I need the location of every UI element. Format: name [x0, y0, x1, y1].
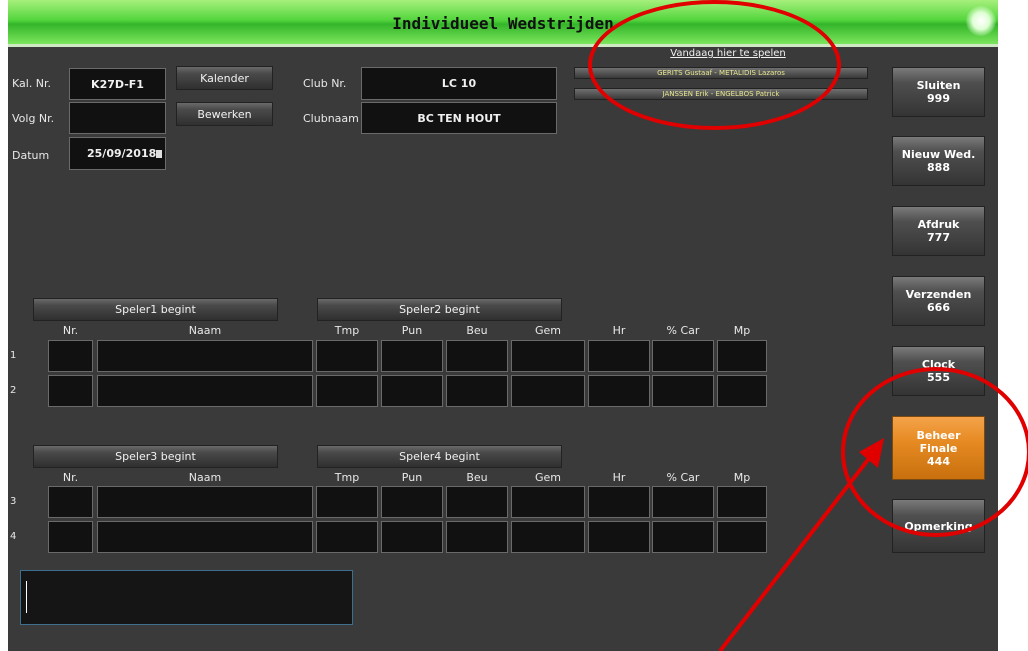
grid1-cell[interactable] [381, 340, 443, 372]
grid1-cell[interactable] [48, 375, 93, 407]
grid1-col-header: Naam [188, 324, 222, 337]
volg-nr-field[interactable] [69, 102, 166, 134]
app-window: Individueel Wedstrijden Vandaag hier te … [8, 0, 998, 651]
grid2-col-header: Naam [188, 471, 222, 484]
notes-textarea[interactable] [20, 570, 353, 625]
grid1-cell[interactable] [446, 340, 508, 372]
grid2-cell[interactable] [652, 521, 714, 553]
grid1-col-header: Tmp [334, 324, 360, 337]
grid1-cell[interactable] [652, 340, 714, 372]
grid1-cell[interactable] [588, 375, 650, 407]
grid2-cell[interactable] [381, 486, 443, 518]
grid1-cell[interactable] [717, 340, 767, 372]
status-light-icon [966, 6, 996, 36]
grid1-cell[interactable] [381, 375, 443, 407]
grid1-row-number: 1 [10, 350, 17, 361]
grid2-cell[interactable] [588, 521, 650, 553]
grid2-row-number: 4 [10, 531, 17, 542]
grid1-cell[interactable] [97, 340, 313, 372]
volg-nr-label: Volg Nr. [12, 112, 55, 125]
annotation-circle-today [588, 0, 841, 130]
afdruk-code: 777 [927, 231, 950, 244]
grid2-cell[interactable] [446, 521, 508, 553]
grid2-cell[interactable] [717, 486, 767, 518]
grid1-col-header: Pun [401, 324, 423, 337]
annotation-circle-beheer [841, 367, 1028, 537]
grid2-cell[interactable] [48, 521, 93, 553]
calendar-icon[interactable] [156, 150, 162, 158]
grid2-col-header: Gem [534, 471, 561, 484]
grid1-cell[interactable] [316, 375, 378, 407]
grid1-cell[interactable] [446, 375, 508, 407]
datum-value: 25/09/2018 [87, 147, 157, 160]
grid1-col-header: Beu [466, 324, 488, 337]
afdruk-label: Afdruk [917, 218, 960, 231]
kal-nr-label: Kal. Nr. [12, 77, 52, 90]
speler2-begint-button[interactable]: Speler2 begint [317, 298, 562, 321]
grid2-cell[interactable] [316, 486, 378, 518]
clubnaam-label: Clubnaam [303, 112, 359, 125]
club-nr-field[interactable]: LC 10 [361, 67, 557, 100]
grid1-cell[interactable] [511, 340, 585, 372]
grid1-col-header: % Car [666, 324, 700, 337]
afdruk-button[interactable]: Afdruk 777 [892, 206, 985, 256]
grid2-row-number: 3 [10, 496, 17, 507]
window-title: Individueel Wedstrijden [392, 14, 614, 33]
grid2-col-header: % Car [666, 471, 700, 484]
sluiten-button[interactable]: Sluiten 999 [892, 67, 985, 117]
title-bar: Individueel Wedstrijden [8, 0, 998, 47]
grid1-row-number: 2 [10, 385, 17, 396]
grid2-cell[interactable] [446, 486, 508, 518]
grid1-col-header: Nr. [62, 324, 79, 337]
grid2-col-header: Tmp [334, 471, 360, 484]
grid2-cell[interactable] [511, 486, 585, 518]
grid1-cell[interactable] [511, 375, 585, 407]
sluiten-label: Sluiten [916, 79, 961, 92]
verzenden-code: 666 [927, 301, 950, 314]
grid2-cell[interactable] [97, 486, 313, 518]
grid1-cell[interactable] [588, 340, 650, 372]
grid2-cell[interactable] [97, 521, 313, 553]
grid2-col-header: Nr. [62, 471, 79, 484]
grid2-cell[interactable] [717, 521, 767, 553]
kalender-button[interactable]: Kalender [176, 66, 273, 90]
speler3-begint-button[interactable]: Speler3 begint [33, 445, 278, 468]
grid2-col-header: Hr [612, 471, 626, 484]
nieuw-wed-label: Nieuw Wed. [901, 148, 976, 161]
nieuw-wed-code: 888 [927, 161, 950, 174]
nieuw-wed-button[interactable]: Nieuw Wed. 888 [892, 136, 985, 186]
grid2-col-header: Pun [401, 471, 423, 484]
clubnaam-field[interactable]: BC TEN HOUT [361, 102, 557, 134]
bewerken-button[interactable]: Bewerken [176, 102, 273, 126]
datum-field[interactable]: 25/09/2018 [69, 137, 166, 170]
grid2-col-header: Beu [466, 471, 488, 484]
grid1-col-header: Hr [612, 324, 626, 337]
kal-nr-field[interactable]: K27D-F1 [69, 68, 166, 100]
grid2-col-header: Mp [733, 471, 751, 484]
sluiten-code: 999 [927, 92, 950, 105]
grid1-cell[interactable] [316, 340, 378, 372]
grid1-col-header: Gem [534, 324, 561, 337]
grid1-cell[interactable] [48, 340, 93, 372]
grid1-cell[interactable] [97, 375, 313, 407]
grid2-cell[interactable] [48, 486, 93, 518]
grid2-cell[interactable] [316, 521, 378, 553]
verzenden-button[interactable]: Verzenden 666 [892, 276, 985, 326]
speler1-begint-button[interactable]: Speler1 begint [33, 298, 278, 321]
text-cursor [26, 581, 27, 613]
verzenden-label: Verzenden [905, 288, 972, 301]
grid1-cell[interactable] [717, 375, 767, 407]
club-nr-label: Club Nr. [303, 77, 347, 90]
grid2-cell[interactable] [588, 486, 650, 518]
grid1-cell[interactable] [652, 375, 714, 407]
speler4-begint-button[interactable]: Speler4 begint [317, 445, 562, 468]
grid2-cell[interactable] [511, 521, 585, 553]
grid2-cell[interactable] [652, 486, 714, 518]
grid1-col-header: Mp [733, 324, 751, 337]
grid2-cell[interactable] [381, 521, 443, 553]
datum-label: Datum [12, 149, 50, 162]
